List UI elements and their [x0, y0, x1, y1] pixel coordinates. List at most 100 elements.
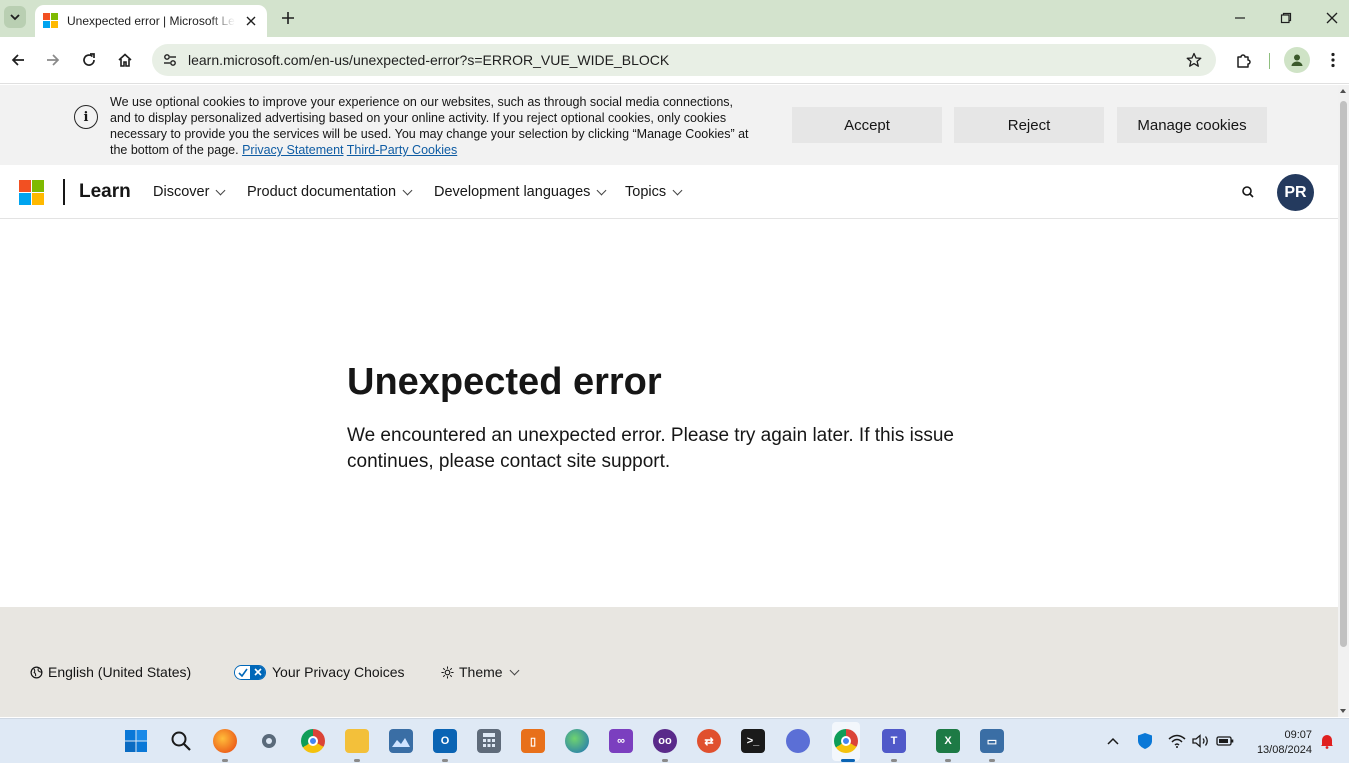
powerpoint-app-icon[interactable]: ▯	[521, 729, 545, 753]
wifi-icon[interactable]	[1168, 732, 1186, 750]
chevron-down-icon	[402, 185, 413, 195]
reload-icon	[83, 53, 95, 66]
browser-tab-strip: Unexpected error | Microsoft Learn	[0, 0, 1349, 37]
restore-button[interactable]	[1276, 8, 1296, 28]
chrome-active-icon[interactable]	[834, 729, 858, 753]
chevron-up-icon	[1107, 737, 1119, 745]
active-indicator	[841, 759, 855, 762]
visual-studio-icon[interactable]: ∞	[609, 729, 633, 753]
network-app-icon[interactable]	[786, 729, 810, 753]
home-icon	[118, 53, 132, 67]
minimize-button[interactable]	[1230, 8, 1250, 28]
site-info-button[interactable]	[160, 50, 180, 70]
arrow-left-icon	[11, 54, 24, 66]
manage-cookies-button[interactable]: Manage cookies	[1117, 107, 1267, 143]
globe-app-icon[interactable]	[565, 729, 589, 753]
chevron-down-icon	[596, 185, 607, 195]
forward-button[interactable]	[42, 49, 64, 71]
show-hidden-icons-button[interactable]	[1104, 732, 1122, 750]
privacy-choices-label: Your Privacy Choices	[272, 664, 405, 680]
accept-button[interactable]: Accept	[792, 107, 942, 143]
new-tab-button[interactable]	[278, 8, 298, 28]
chevron-down-icon	[672, 185, 683, 195]
avatar[interactable]: PR	[1277, 174, 1314, 211]
settings-gear-icon[interactable]	[257, 729, 281, 753]
scroll-down-arrow-icon[interactable]	[1340, 709, 1346, 713]
search-icon[interactable]	[1240, 184, 1256, 200]
battery-icon[interactable]	[1216, 732, 1234, 750]
excel-icon[interactable]: X	[936, 729, 960, 753]
search-icon	[171, 731, 191, 751]
chrome-icon[interactable]	[301, 729, 325, 753]
bookmark-button[interactable]	[1184, 50, 1204, 70]
nav-product-documentation[interactable]: Product documentation	[247, 184, 413, 200]
file-explorer-icon[interactable]	[345, 729, 369, 753]
photos-icon[interactable]	[389, 729, 413, 753]
remote-desktop-icon[interactable]: ▭	[980, 729, 1004, 753]
firefox-icon[interactable]	[213, 729, 237, 753]
glasses-app-icon[interactable]: oo	[653, 729, 677, 753]
terminal-icon[interactable]: >_	[741, 729, 765, 753]
search-taskbar-button[interactable]	[169, 729, 193, 753]
privacy-statement-link[interactable]: Privacy Statement	[242, 143, 343, 157]
defender-shield-icon[interactable]	[1136, 732, 1154, 750]
page-scrollbar[interactable]	[1338, 85, 1349, 717]
extensions-button[interactable]	[1233, 49, 1255, 71]
teams-icon[interactable]: T	[882, 729, 906, 753]
nav-label: Topics	[625, 184, 667, 200]
tab-search-button[interactable]	[4, 6, 26, 28]
running-indicator	[442, 759, 448, 762]
system-clock[interactable]: 09:07 13/08/2024	[1250, 728, 1312, 758]
browser-tab-active[interactable]: Unexpected error | Microsoft Learn	[35, 5, 267, 37]
privacy-choices-icon	[234, 664, 266, 680]
page-viewport: i We use optional cookies to improve you…	[0, 85, 1338, 717]
close-icon	[246, 16, 256, 26]
browser-toolbar: learn.microsoft.com/en-us/unexpected-err…	[0, 37, 1349, 84]
close-window-button[interactable]	[1322, 8, 1342, 28]
theme-label: Theme	[459, 664, 503, 680]
nav-discover[interactable]: Discover	[153, 184, 226, 200]
home-button[interactable]	[114, 49, 136, 71]
person-icon	[1291, 54, 1303, 66]
scroll-thumb[interactable]	[1340, 101, 1347, 647]
address-bar[interactable]: learn.microsoft.com/en-us/unexpected-err…	[152, 44, 1216, 76]
third-party-cookies-link[interactable]: Third-Party Cookies	[347, 143, 457, 157]
reload-button[interactable]	[78, 49, 100, 71]
cookie-banner: i We use optional cookies to improve you…	[0, 85, 1338, 165]
page-title: Unexpected error	[347, 361, 662, 403]
microsoft-logo-icon[interactable]	[19, 180, 44, 205]
back-button[interactable]	[7, 49, 29, 71]
site-header: Learn Discover Product documentation Dev…	[0, 165, 1338, 219]
chevron-down-icon	[10, 14, 20, 21]
scroll-up-arrow-icon[interactable]	[1340, 89, 1346, 93]
profile-button[interactable]	[1284, 47, 1310, 73]
tab-title: Unexpected error | Microsoft Learn	[67, 14, 235, 28]
privacy-choices-link[interactable]: Your Privacy Choices	[234, 664, 405, 680]
restore-icon	[1280, 12, 1292, 24]
running-indicator	[945, 759, 951, 762]
volume-icon[interactable]	[1192, 732, 1210, 750]
nav-topics[interactable]: Topics	[625, 184, 683, 200]
brand-link[interactable]: Learn	[79, 181, 131, 203]
language-selector[interactable]: English (United States)	[30, 664, 191, 680]
running-indicator	[891, 759, 897, 762]
remote-app-icon[interactable]: ⇄	[697, 729, 721, 753]
toolbar-divider	[1269, 53, 1270, 69]
microsoft-logo-icon	[43, 13, 59, 29]
more-vertical-icon	[1331, 52, 1335, 68]
notifications-bell-icon[interactable]	[1318, 732, 1336, 750]
tab-close-button[interactable]	[243, 13, 259, 29]
windows-logo-icon	[125, 730, 147, 752]
outlook-icon[interactable]: O	[433, 729, 457, 753]
sun-icon	[441, 665, 454, 679]
nav-development-languages[interactable]: Development languages	[434, 184, 607, 200]
start-button[interactable]	[124, 729, 148, 753]
nav-label: Discover	[153, 184, 210, 200]
menu-button[interactable]	[1322, 49, 1344, 71]
reject-button[interactable]: Reject	[954, 107, 1104, 143]
theme-selector[interactable]: Theme	[441, 664, 520, 680]
error-message: We encountered an unexpected error. Plea…	[347, 425, 954, 472]
url-text[interactable]: learn.microsoft.com/en-us/unexpected-err…	[188, 52, 669, 68]
calculator-icon[interactable]	[477, 729, 501, 753]
logo-divider	[63, 179, 65, 205]
